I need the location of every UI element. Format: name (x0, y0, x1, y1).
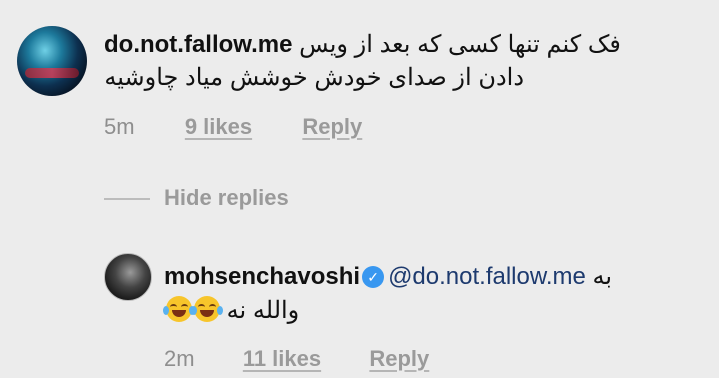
comment-text-line-1: فک کنم تنها کسی که بعد از ویس (299, 31, 621, 58)
comment-time: 5m (104, 114, 135, 139)
reply-text: والله نه (226, 297, 300, 324)
avatar[interactable] (104, 253, 152, 301)
reply-line-1: mohsenchavoshi ✓ @do.not.fallow.me به (164, 262, 612, 292)
comment-line-1: do.not.fallow.me فک کنم تنها کسی که بعد … (104, 30, 621, 60)
avatar-image-detail (25, 68, 79, 78)
likes-link[interactable]: 9 likes (185, 114, 252, 139)
comment-text-line-2: دادن از صدای خودش خوشش میاد چاوشیه (104, 64, 524, 91)
reply-username[interactable]: mohsenchavoshi (164, 263, 360, 290)
reply-meta: 2m 11 likes Reply (164, 346, 429, 372)
verified-badge-icon: ✓ (362, 266, 385, 288)
reply-button[interactable]: Reply (369, 346, 429, 371)
reply-button[interactable]: Reply (302, 114, 362, 139)
laughing-emoji-icon (191, 296, 223, 322)
avatar[interactable] (17, 26, 87, 96)
likes-link[interactable]: 11 likes (243, 346, 321, 371)
comment-username[interactable]: do.not.fallow.me (104, 31, 292, 58)
reply-time: 2m (164, 346, 195, 371)
comment-meta: 5m 9 likes Reply (104, 114, 362, 140)
mention-link[interactable]: @do.not.fallow.me (388, 263, 586, 290)
reply-line-2: والله نه (163, 296, 300, 326)
reply-prefix-text: به (592, 263, 613, 290)
replies-divider (104, 198, 150, 200)
laughing-emoji-icon (163, 296, 195, 322)
hide-replies-button[interactable]: Hide replies (164, 185, 289, 211)
